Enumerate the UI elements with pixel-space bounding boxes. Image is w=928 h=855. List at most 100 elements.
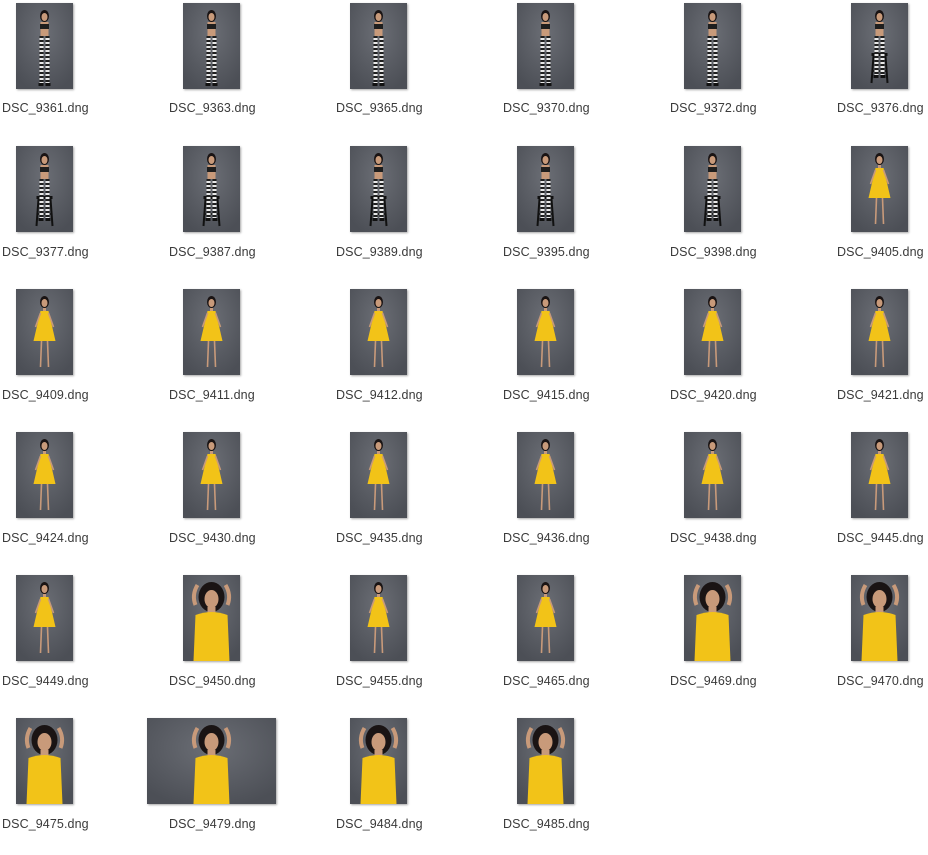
file-item[interactable]: DSC_9430.dng bbox=[167, 429, 317, 569]
file-thumbnail[interactable] bbox=[850, 289, 908, 375]
file-name[interactable]: DSC_9398.dng bbox=[670, 245, 820, 259]
file-thumbnail[interactable] bbox=[516, 3, 574, 89]
file-item[interactable]: DSC_9389.dng bbox=[334, 143, 484, 283]
file-item[interactable]: DSC_9420.dng bbox=[668, 286, 818, 426]
file-name[interactable]: DSC_9420.dng bbox=[670, 388, 820, 402]
file-name[interactable]: DSC_9436.dng bbox=[503, 531, 653, 545]
file-thumbnail[interactable] bbox=[683, 432, 741, 518]
file-item[interactable]: DSC_9438.dng bbox=[668, 429, 818, 569]
file-name[interactable]: DSC_9421.dng bbox=[837, 388, 928, 402]
file-thumbnail[interactable] bbox=[349, 575, 407, 661]
file-item[interactable]: DSC_9435.dng bbox=[334, 429, 484, 569]
file-name[interactable]: DSC_9363.dng bbox=[169, 101, 319, 115]
file-item[interactable]: DSC_9365.dng bbox=[334, 0, 484, 140]
file-name[interactable]: DSC_9450.dng bbox=[169, 674, 319, 688]
file-name[interactable]: DSC_9470.dng bbox=[837, 674, 928, 688]
file-thumbnail[interactable] bbox=[850, 432, 908, 518]
file-thumbnail[interactable] bbox=[15, 3, 73, 89]
file-thumbnail[interactable] bbox=[850, 575, 908, 661]
file-name[interactable]: DSC_9485.dng bbox=[503, 817, 653, 831]
file-item[interactable]: DSC_9363.dng bbox=[167, 0, 317, 140]
file-thumbnail[interactable] bbox=[182, 575, 240, 661]
file-thumbnail[interactable] bbox=[15, 575, 73, 661]
file-item[interactable]: DSC_9484.dng bbox=[334, 715, 484, 855]
file-thumbnail[interactable] bbox=[349, 3, 407, 89]
file-name[interactable]: DSC_9370.dng bbox=[503, 101, 653, 115]
file-name[interactable]: DSC_9409.dng bbox=[2, 388, 152, 402]
file-name[interactable]: DSC_9438.dng bbox=[670, 531, 820, 545]
file-thumbnail[interactable] bbox=[516, 289, 574, 375]
file-item[interactable]: DSC_9398.dng bbox=[668, 143, 818, 283]
file-item[interactable]: DSC_9470.dng bbox=[835, 572, 928, 712]
file-name[interactable]: DSC_9424.dng bbox=[2, 531, 152, 545]
file-thumbnail[interactable] bbox=[349, 432, 407, 518]
file-thumbnail[interactable] bbox=[516, 575, 574, 661]
file-name[interactable]: DSC_9465.dng bbox=[503, 674, 653, 688]
file-thumbnail[interactable] bbox=[683, 146, 741, 232]
file-name[interactable]: DSC_9377.dng bbox=[2, 245, 152, 259]
file-item[interactable]: DSC_9412.dng bbox=[334, 286, 484, 426]
file-name[interactable]: DSC_9430.dng bbox=[169, 531, 319, 545]
file-item[interactable]: DSC_9455.dng bbox=[334, 572, 484, 712]
file-item[interactable]: DSC_9469.dng bbox=[668, 572, 818, 712]
file-name[interactable]: DSC_9435.dng bbox=[336, 531, 486, 545]
file-item[interactable]: DSC_9376.dng bbox=[835, 0, 928, 140]
file-name[interactable]: DSC_9479.dng bbox=[169, 817, 319, 831]
file-name[interactable]: DSC_9376.dng bbox=[837, 101, 928, 115]
file-item[interactable]: DSC_9377.dng bbox=[0, 143, 150, 283]
file-thumbnail[interactable] bbox=[349, 718, 407, 804]
file-item[interactable]: DSC_9370.dng bbox=[501, 0, 651, 140]
file-item[interactable]: DSC_9361.dng bbox=[0, 0, 150, 140]
file-thumbnail[interactable] bbox=[683, 3, 741, 89]
file-item[interactable]: DSC_9450.dng bbox=[167, 572, 317, 712]
file-name[interactable]: DSC_9395.dng bbox=[503, 245, 653, 259]
file-thumbnail[interactable] bbox=[15, 146, 73, 232]
file-thumbnail[interactable] bbox=[683, 289, 741, 375]
file-name[interactable]: DSC_9365.dng bbox=[336, 101, 486, 115]
file-item[interactable]: DSC_9485.dng bbox=[501, 715, 651, 855]
file-thumbnail[interactable] bbox=[182, 3, 240, 89]
file-item[interactable]: DSC_9405.dng bbox=[835, 143, 928, 283]
file-name[interactable]: DSC_9412.dng bbox=[336, 388, 486, 402]
file-thumbnail[interactable] bbox=[516, 432, 574, 518]
file-name[interactable]: DSC_9372.dng bbox=[670, 101, 820, 115]
file-thumbnail[interactable] bbox=[146, 718, 276, 804]
file-name[interactable]: DSC_9361.dng bbox=[2, 101, 152, 115]
file-item[interactable]: DSC_9424.dng bbox=[0, 429, 150, 569]
file-name[interactable]: DSC_9405.dng bbox=[837, 245, 928, 259]
file-item[interactable]: DSC_9436.dng bbox=[501, 429, 651, 569]
file-item[interactable]: DSC_9409.dng bbox=[0, 286, 150, 426]
file-name[interactable]: DSC_9469.dng bbox=[670, 674, 820, 688]
file-item[interactable]: DSC_9421.dng bbox=[835, 286, 928, 426]
file-name[interactable]: DSC_9387.dng bbox=[169, 245, 319, 259]
file-item[interactable]: DSC_9449.dng bbox=[0, 572, 150, 712]
file-thumbnail[interactable] bbox=[850, 146, 908, 232]
file-item[interactable]: DSC_9395.dng bbox=[501, 143, 651, 283]
file-thumbnail[interactable] bbox=[349, 289, 407, 375]
file-thumbnail[interactable] bbox=[516, 718, 574, 804]
file-thumbnail[interactable] bbox=[182, 432, 240, 518]
file-thumbnail[interactable] bbox=[15, 718, 73, 804]
file-name[interactable]: DSC_9449.dng bbox=[2, 674, 152, 688]
file-item[interactable]: DSC_9387.dng bbox=[167, 143, 317, 283]
file-thumbnail[interactable] bbox=[182, 146, 240, 232]
file-thumbnail[interactable] bbox=[182, 289, 240, 375]
file-item[interactable]: DSC_9479.dng bbox=[146, 715, 319, 855]
file-item[interactable]: DSC_9372.dng bbox=[668, 0, 818, 140]
file-thumbnail[interactable] bbox=[683, 575, 741, 661]
file-name[interactable]: DSC_9389.dng bbox=[336, 245, 486, 259]
file-name[interactable]: DSC_9445.dng bbox=[837, 531, 928, 545]
file-item[interactable]: DSC_9475.dng bbox=[0, 715, 150, 855]
file-item[interactable]: DSC_9465.dng bbox=[501, 572, 651, 712]
file-name[interactable]: DSC_9475.dng bbox=[2, 817, 152, 831]
file-item[interactable]: DSC_9445.dng bbox=[835, 429, 928, 569]
file-name[interactable]: DSC_9455.dng bbox=[336, 674, 486, 688]
file-thumbnail[interactable] bbox=[15, 289, 73, 375]
file-name[interactable]: DSC_9411.dng bbox=[169, 388, 319, 402]
file-thumbnail[interactable] bbox=[15, 432, 73, 518]
file-item[interactable]: DSC_9415.dng bbox=[501, 286, 651, 426]
file-thumbnail[interactable] bbox=[850, 3, 908, 89]
file-thumbnail[interactable] bbox=[349, 146, 407, 232]
file-name[interactable]: DSC_9415.dng bbox=[503, 388, 653, 402]
file-item[interactable]: DSC_9411.dng bbox=[167, 286, 317, 426]
